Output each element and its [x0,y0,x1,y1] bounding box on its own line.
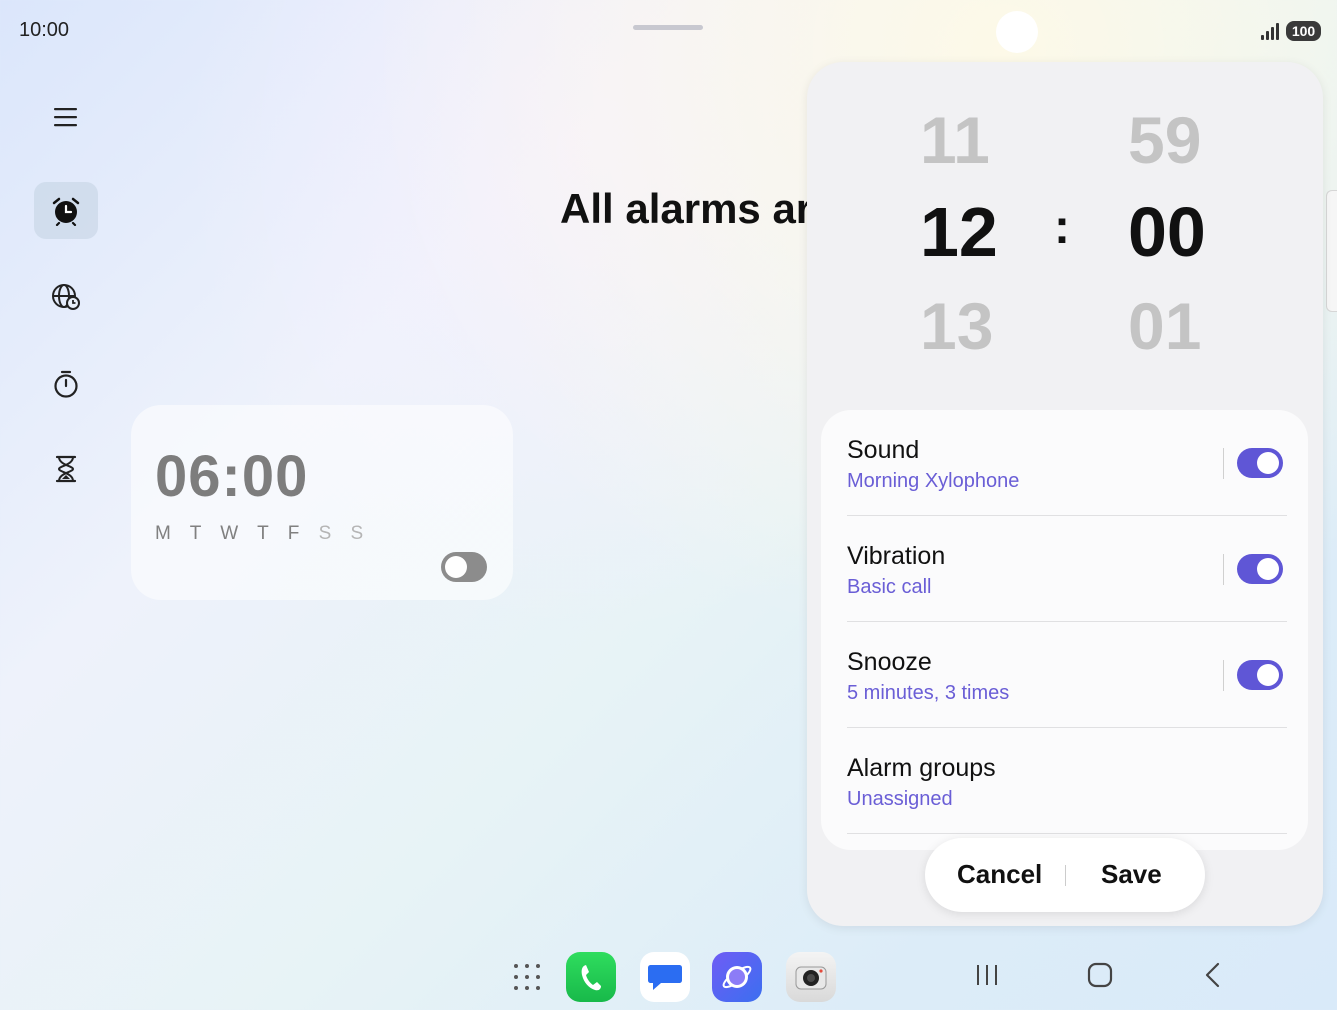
action-bar: Cancel Save [925,838,1205,912]
internet-app[interactable] [712,952,762,1002]
minute-next[interactable]: 01 [1128,288,1201,364]
action-divider [1065,865,1066,886]
alarm-time: 06:00 [155,444,309,509]
time-separator: : [1054,201,1070,254]
messages-icon [648,965,682,990]
sound-toggle[interactable] [1237,448,1283,478]
home-icon [1087,962,1113,988]
status-time: 10:00 [19,19,70,41]
hour-prev[interactable]: 11 [920,102,990,178]
setting-alarm-groups[interactable]: Alarm groups Unassigned [847,728,1287,834]
hourglass-icon [55,455,77,482]
battery-badge: 100 [1286,21,1321,41]
globe-clock-icon [52,283,80,310]
minute-selected[interactable]: 00 [1128,192,1206,272]
drag-handle[interactable] [633,25,703,30]
setting-vibration[interactable]: Vibration Basic call [847,516,1287,622]
setting-subtitle: Unassigned [847,788,953,810]
setting-title: Snooze [847,648,932,676]
home-button[interactable] [1087,962,1113,993]
alarm-settings-card: Sound Morning Xylophone Vibration Basic … [821,410,1308,850]
stopwatch-icon [54,370,78,398]
phone-app[interactable] [566,952,616,1002]
camera-app[interactable] [786,952,836,1002]
setting-title: Vibration [847,542,946,570]
setting-title: Sound [847,436,920,464]
nav-alarm[interactable] [34,182,98,239]
divider [1223,448,1224,479]
divider [1223,660,1224,691]
menu-button[interactable] [34,88,98,145]
hour-selected[interactable]: 12 [920,192,998,272]
nav-world-clock[interactable] [34,268,98,325]
page-title: All alarms ar [560,185,813,232]
hour-next[interactable]: 13 [920,288,993,364]
alarm-days-active: M T W T F [155,523,307,544]
minute-prev[interactable]: 59 [1128,102,1201,178]
cancel-button[interactable]: Cancel [957,859,1042,890]
back-button[interactable] [1203,962,1223,993]
alarm-days: M T W T F S S [155,523,370,545]
hamburger-menu-icon [54,107,77,126]
alarm-card[interactable]: 06:00 M T W T F S S [131,405,513,600]
nav-stopwatch[interactable] [34,355,98,412]
internet-icon [722,965,752,989]
camera-icon [795,966,827,990]
recents-button[interactable] [975,962,999,993]
divider [1223,554,1224,585]
recents-icon [977,965,997,985]
save-button[interactable]: Save [1101,859,1162,890]
setting-subtitle: Basic call [847,576,932,598]
row-divider [847,833,1287,834]
setting-sound[interactable]: Sound Morning Xylophone [847,410,1287,516]
setting-snooze[interactable]: Snooze 5 minutes, 3 times [847,622,1287,728]
snooze-toggle[interactable] [1237,660,1283,690]
camera-cutout [996,11,1038,53]
setting-subtitle: Morning Xylophone [847,470,1020,492]
setting-subtitle: 5 minutes, 3 times [847,682,1010,704]
alarm-clock-icon [52,197,80,226]
messages-app[interactable] [640,952,690,1002]
phone-icon [581,965,601,991]
nav-timer[interactable] [34,440,98,497]
apps-grid-icon[interactable] [514,964,540,990]
scroll-edge-handle[interactable] [1326,190,1337,312]
vibration-toggle[interactable] [1237,554,1283,584]
signal-icon [1261,22,1279,40]
back-icon [1205,962,1220,988]
setting-title: Alarm groups [847,754,996,782]
alarm-toggle[interactable] [441,552,487,582]
alarm-days-inactive: S S [318,523,371,544]
